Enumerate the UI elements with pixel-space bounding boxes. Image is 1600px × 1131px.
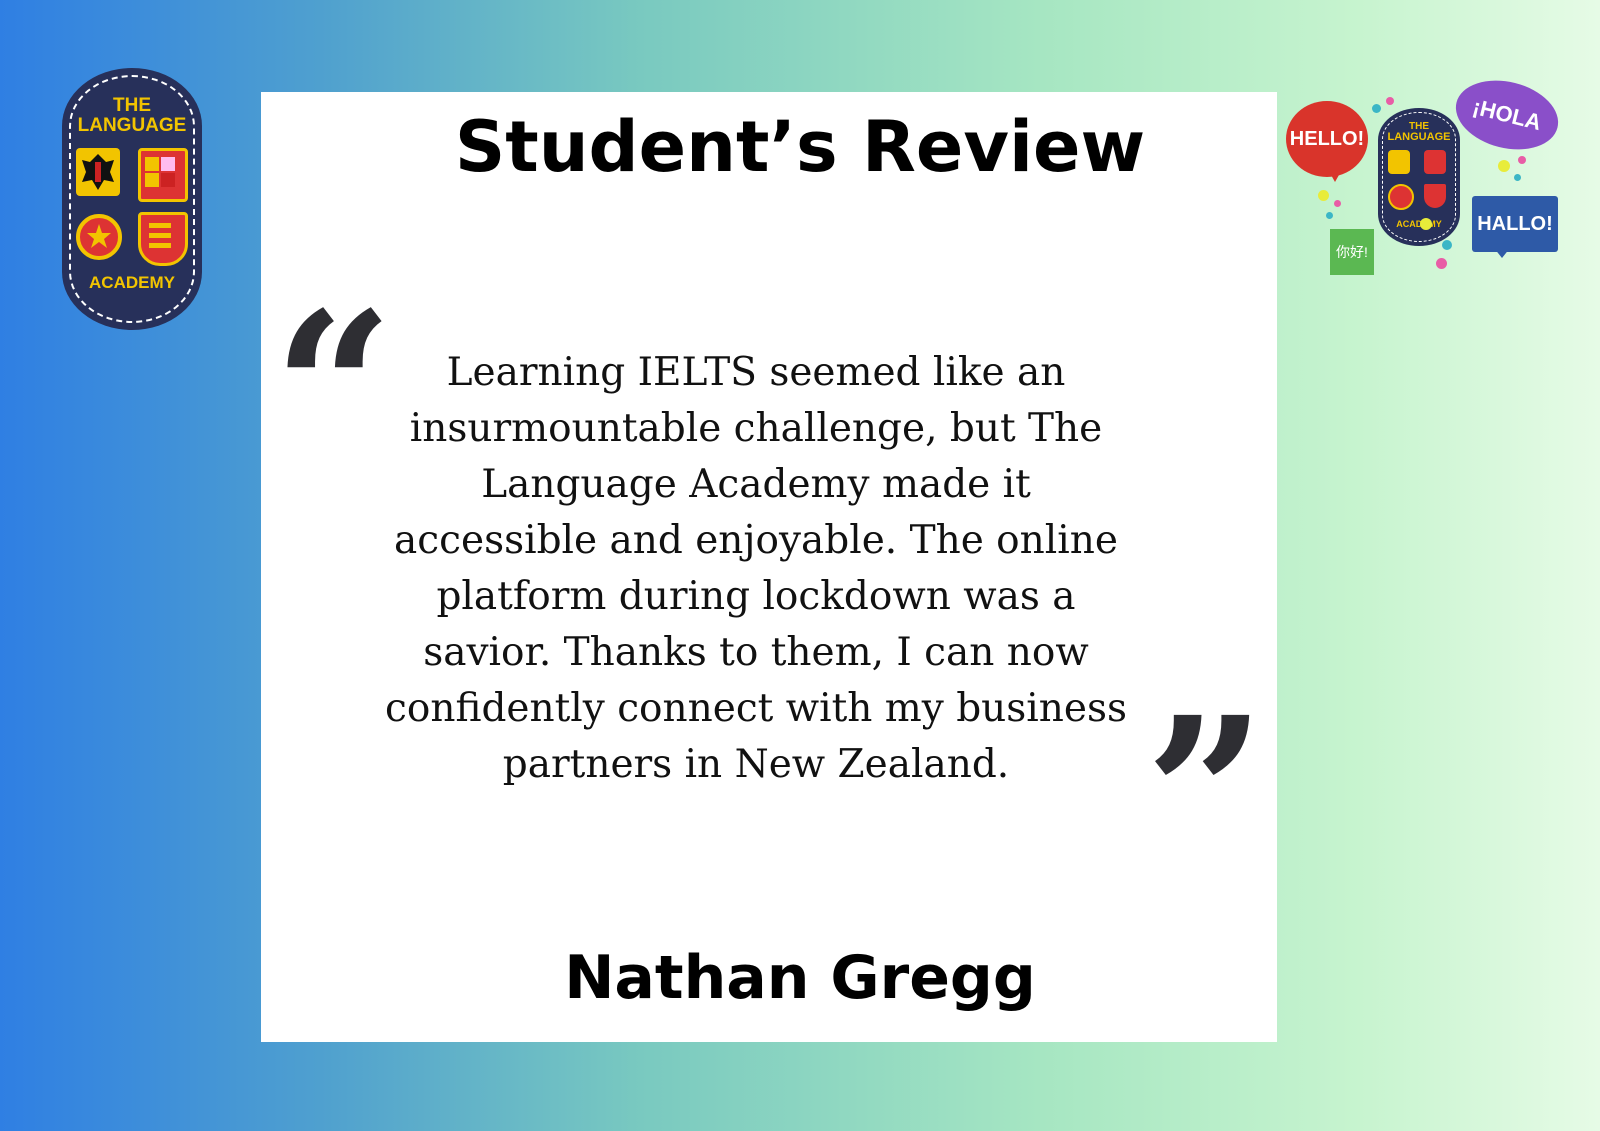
confetti-dot [1420,218,1432,230]
confetti-dot [1442,240,1452,250]
review-text: Learning IELTS seemed like an insurmount… [385,350,1127,787]
academy-logo-small: THE LANGUAGE ACADEMY [1378,108,1460,246]
spanish-crest-icon [1424,150,1446,174]
confetti-dot [1334,200,1341,207]
confetti-dot [1326,212,1333,219]
open-quote-icon: “ [273,266,394,513]
logo-text-line3: ACADEMY [89,273,175,292]
english-lions-crest-icon [138,212,188,266]
close-quote-icon: ” [1145,671,1266,918]
logo-small-text-line2: LANGUAGE [1387,131,1451,143]
german-eagle-crest-icon [1388,150,1410,174]
confetti-dot [1372,104,1381,113]
confetti-dot [1518,156,1526,164]
review-author: Nathan Gregg [564,943,1036,1013]
confetti-dot [1514,174,1521,181]
confetti-dot [1498,160,1510,172]
chinese-emblem-icon [1388,184,1414,210]
academy-logo: THE LANGUAGE ACADEMY [62,68,202,330]
confetti-dot [1318,190,1329,201]
hello-bubble: HELLO! [1286,101,1368,182]
confetti-dot [1386,97,1394,105]
english-lions-crest-icon [1424,184,1446,208]
logo-small-text-line3: ACADEMY [1396,219,1442,229]
hallo-bubble: HALLO! [1472,196,1558,258]
chinese-emblem-icon [76,214,122,260]
nihao-bubble: 你好! [1330,229,1374,275]
confetti-dot [1436,258,1447,269]
